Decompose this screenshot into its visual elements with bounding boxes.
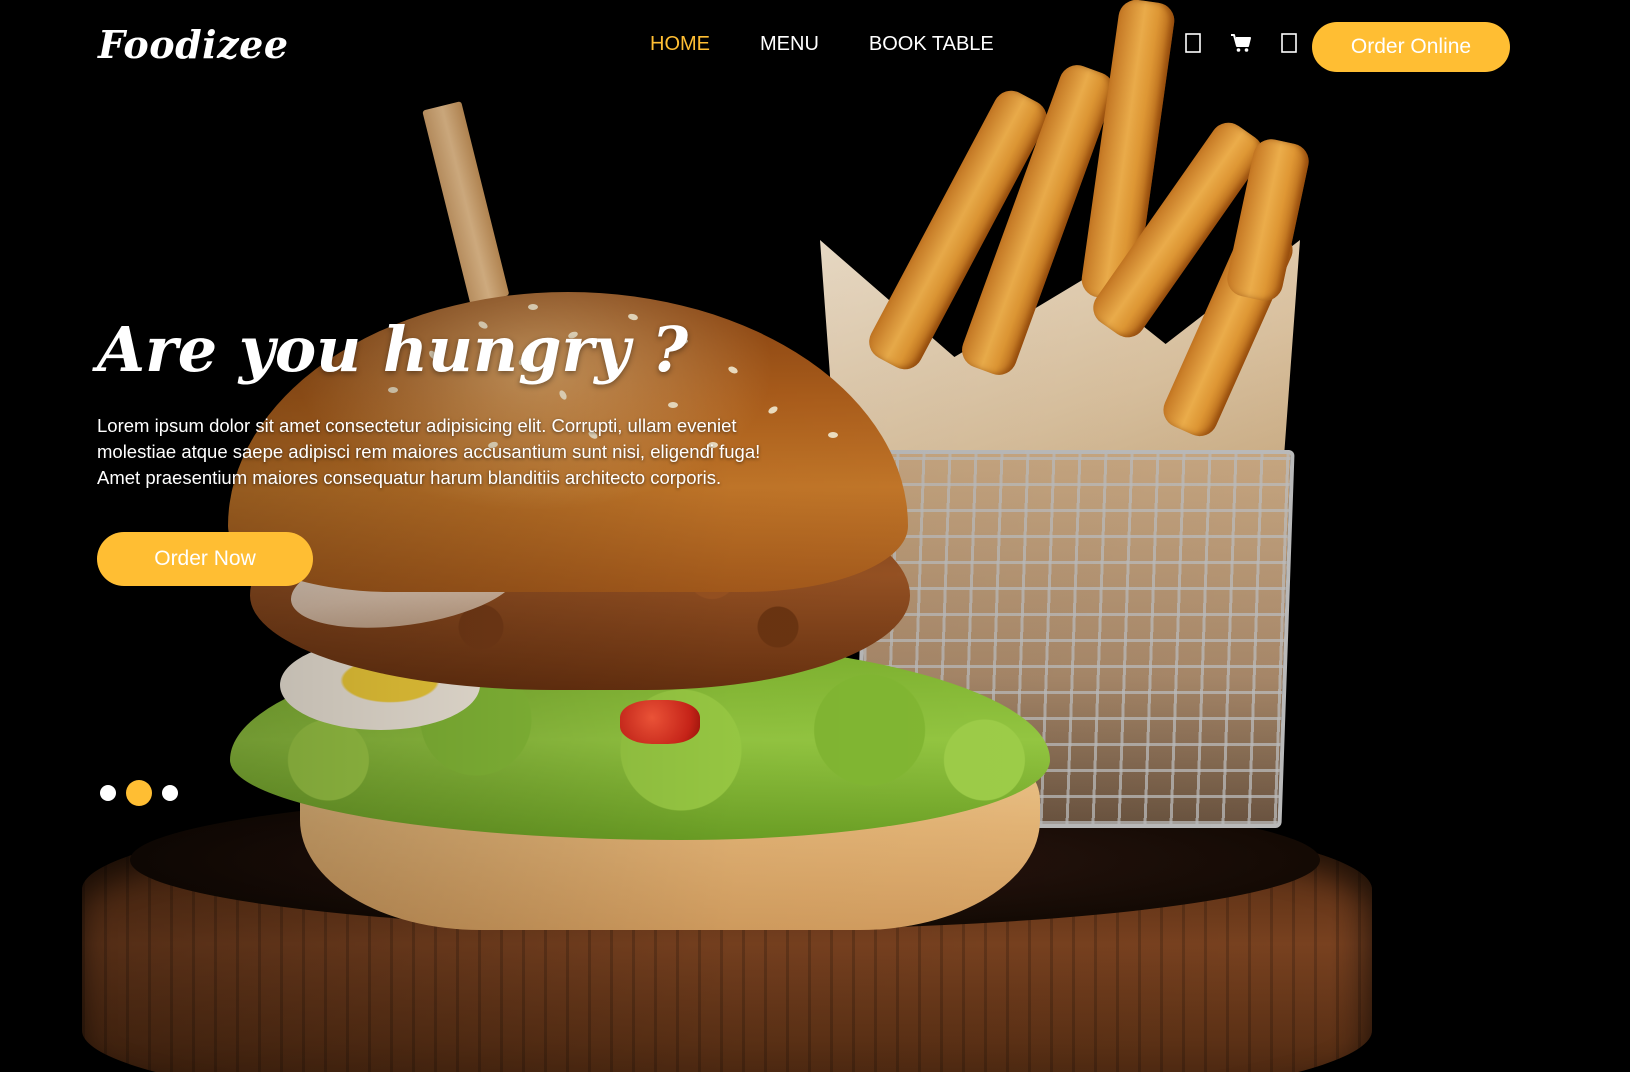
header-icons <box>1182 30 1300 56</box>
hero-description: Lorem ipsum dolor sit amet consectetur a… <box>97 414 761 488</box>
order-now-button[interactable]: Order Now <box>97 532 313 586</box>
cart-icon[interactable] <box>1230 30 1252 56</box>
user-icon[interactable] <box>1182 30 1204 56</box>
nav-item-home[interactable]: HOME <box>650 33 710 56</box>
order-online-button[interactable]: Order Online <box>1312 22 1510 72</box>
nav-item-book-table[interactable]: BOOK TABLE <box>869 33 994 56</box>
carousel-dot-2[interactable] <box>126 780 152 806</box>
hero-content: Are you hungry ? Lorem ipsum dolor sit a… <box>97 310 797 491</box>
carousel-dot-3[interactable] <box>162 785 178 801</box>
carousel-indicators <box>100 780 178 806</box>
hero-title: Are you hungry ? <box>97 313 689 386</box>
brand-logo[interactable]: Foodizee <box>98 22 289 67</box>
site-header: Foodizee HOME MENU BOOK TABLE Order Onli… <box>0 0 1630 94</box>
main-nav: HOME MENU BOOK TABLE <box>650 33 994 56</box>
hero-right-fade <box>1330 0 1630 1072</box>
nav-item-menu[interactable]: MENU <box>760 33 819 56</box>
search-icon[interactable] <box>1278 30 1300 56</box>
carousel-dot-1[interactable] <box>100 785 116 801</box>
landing-page: Foodizee HOME MENU BOOK TABLE Order Onli… <box>0 0 1630 1072</box>
